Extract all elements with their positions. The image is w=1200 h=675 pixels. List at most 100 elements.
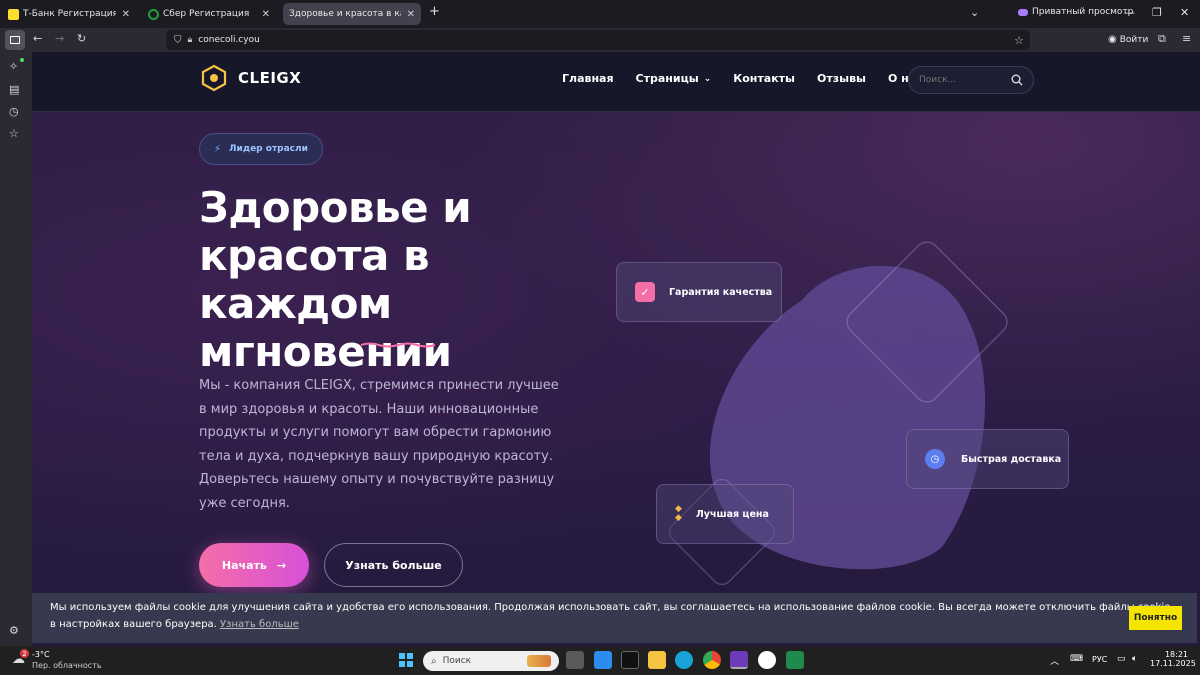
tab-current[interactable]: Здоровье и красота в каждом мг ✕ (283, 3, 421, 25)
hexagon-logo-icon (201, 64, 227, 92)
price-label: Лучшая цена (695, 508, 769, 520)
arrow-right-icon: → (276, 558, 287, 572)
bookmark-star-icon[interactable]: ☆ (1014, 34, 1024, 47)
site-search (908, 66, 1034, 94)
nav-pages[interactable]: Страницы ⌄ (636, 72, 712, 85)
hero-description: Мы - компания CLEIGX, стремимся принести… (199, 378, 559, 511)
volume-icon[interactable]: 🔈︎ (1132, 654, 1137, 664)
keyboard-icon[interactable]: ⌨ (1070, 654, 1083, 664)
main-menu: Главная Страницы ⌄ Контакты Отзывы О нас (562, 72, 945, 85)
cookie-learn-more-link[interactable]: Узнать больше (220, 619, 299, 630)
tab-title: Сбер Регистрация (163, 9, 250, 19)
url-text[interactable]: conecoli.cyou (198, 35, 260, 45)
browser-sidebar: ✧ ▤ ◷ ☆ ⚙ (0, 52, 32, 646)
title-underline-decoration (360, 342, 436, 348)
tbank-favicon-icon (8, 8, 19, 20)
signin-label: Войти (1119, 34, 1149, 45)
taskbar-search[interactable]: ⌕ Поиск (423, 651, 559, 671)
synced-tabs-icon[interactable]: ▤ (9, 83, 19, 96)
delivery-card: ◷ Быстрая доставка (906, 429, 1069, 489)
brand-name: CLEIGX (238, 69, 302, 87)
browser-tab-bar: Т-Банк Регистрация ✕ Сбер Регистрация ✕ … (0, 0, 1200, 28)
status-dot (20, 58, 24, 62)
forward-icon[interactable]: → (55, 32, 64, 45)
browser-nav-bar: ← → ↻ ⛉ 🔒︎ conecoli.cyou ☆ ◉ Войти ⧉ ≡ (0, 28, 1200, 52)
diamond-icon: ◆ ◆ (675, 504, 682, 523)
nav-home[interactable]: Главная (562, 72, 614, 85)
clock-time: 18:21 (1164, 650, 1188, 659)
firefox-private-icon[interactable] (730, 651, 748, 669)
menu-icon[interactable]: ≡ (1182, 32, 1191, 45)
excel-icon[interactable] (786, 651, 804, 669)
close-tab-icon[interactable]: ✕ (407, 9, 415, 20)
tab-title: Т-Банк Регистрация (23, 9, 116, 19)
shield-icon[interactable]: ⛉ (174, 35, 182, 46)
chrome-icon[interactable] (703, 651, 721, 669)
tab-tbank[interactable]: Т-Банк Регистрация ✕ (2, 3, 136, 25)
learn-more-button[interactable]: Узнать больше (324, 543, 463, 587)
language-indicator[interactable]: РУС (1092, 655, 1107, 664)
start-button[interactable]: Начать → (199, 543, 309, 587)
close-tab-icon[interactable]: ✕ (122, 9, 130, 20)
extensions-icon[interactable]: ⧉ (1158, 32, 1166, 46)
lightning-icon: ⚡︎ (214, 143, 222, 155)
bookmarks-icon[interactable]: ☆ (9, 127, 19, 140)
site-header: CLEIGX Главная Страницы ⌄ Контакты Отзывы… (32, 52, 1200, 112)
lock-icon[interactable]: 🔒︎ (188, 35, 193, 45)
clock[interactable]: 18:21 17.11.2025 (1150, 650, 1196, 668)
weather-temp: -3°C (32, 650, 50, 659)
nav-reviews[interactable]: Отзывы (817, 72, 866, 85)
network-icon[interactable]: ▭ (1117, 654, 1126, 664)
cookie-banner: Мы используем файлы cookie для улучшения… (32, 593, 1197, 643)
tab-sber[interactable]: Сбер Регистрация ✕ (142, 3, 276, 25)
cookie-accept-button[interactable]: Понятно (1129, 606, 1182, 630)
cookie-text: Мы используем файлы cookie для улучшения… (50, 602, 1171, 630)
delivery-label: Быстрая доставка (961, 453, 1062, 465)
file-explorer-icon[interactable] (648, 651, 666, 669)
terminal-icon[interactable] (621, 651, 639, 669)
yandex-browser-icon[interactable] (758, 651, 776, 669)
chevron-down-icon: ⌄ (703, 73, 712, 84)
nav-pages-label: Страницы (635, 72, 699, 85)
reload-icon[interactable]: ↻ (77, 32, 86, 45)
checkmark-icon: ✓ (635, 282, 655, 302)
price-card: ◆ ◆ Лучшая цена (656, 484, 794, 544)
sidebar-settings-gear-icon[interactable]: ⚙ (9, 624, 19, 637)
sber-favicon-icon (148, 8, 159, 20)
taskbar: ☁ 2 -3°C Пер. облачность ⌕ Поиск ︿ ⌨ РУС… (0, 646, 1200, 675)
close-window-button[interactable]: ✕ (1180, 6, 1189, 19)
new-tab-button[interactable]: + (429, 4, 440, 19)
sidebar-toggle-button[interactable] (5, 30, 25, 50)
account-icon: ◉ (1108, 34, 1117, 45)
maximize-button[interactable]: ❐ (1152, 6, 1162, 19)
back-icon[interactable]: ← (33, 32, 42, 45)
badge-label: Лидер отрасли (229, 144, 308, 154)
url-bar[interactable]: ⛉ 🔒︎ conecoli.cyou ☆ (166, 30, 1030, 50)
nav-contacts[interactable]: Контакты (733, 72, 795, 85)
site-logo[interactable]: CLEIGX (200, 64, 301, 92)
search-icon[interactable] (1011, 74, 1023, 86)
tab-title: Здоровье и красота в каждом мг (289, 9, 401, 19)
close-tab-icon[interactable]: ✕ (262, 9, 270, 20)
signin-button[interactable]: ◉ Войти (1108, 34, 1148, 45)
ai-sparkle-icon[interactable]: ✧ (9, 60, 18, 73)
edge-icon[interactable] (675, 651, 693, 669)
quality-card: ✓ Гарантия качества (616, 262, 782, 322)
weather-badge: 2 (20, 649, 29, 658)
tab-list-chevron-icon[interactable]: ⌄ (970, 6, 979, 19)
quality-label: Гарантия качества (669, 286, 773, 298)
private-mask-icon (1018, 8, 1028, 16)
search-input[interactable] (919, 75, 999, 85)
task-view-icon[interactable] (566, 651, 584, 669)
windows-start-icon[interactable] (399, 653, 413, 667)
tray-chevron-up-icon[interactable]: ︿ (1050, 654, 1059, 667)
history-icon[interactable]: ◷ (9, 105, 19, 118)
clock-icon: ◷ (925, 449, 945, 469)
industry-leader-badge: ⚡︎ Лидер отрасли (199, 133, 323, 165)
clock-date: 17.11.2025 (1150, 659, 1196, 668)
private-browsing-indicator: Приватный просмотр (1018, 7, 1133, 17)
search-icon: ⌕ (431, 655, 437, 667)
minimize-button[interactable]: — (1124, 6, 1135, 19)
store-icon[interactable] (594, 651, 612, 669)
start-button-label: Начать (221, 558, 267, 572)
